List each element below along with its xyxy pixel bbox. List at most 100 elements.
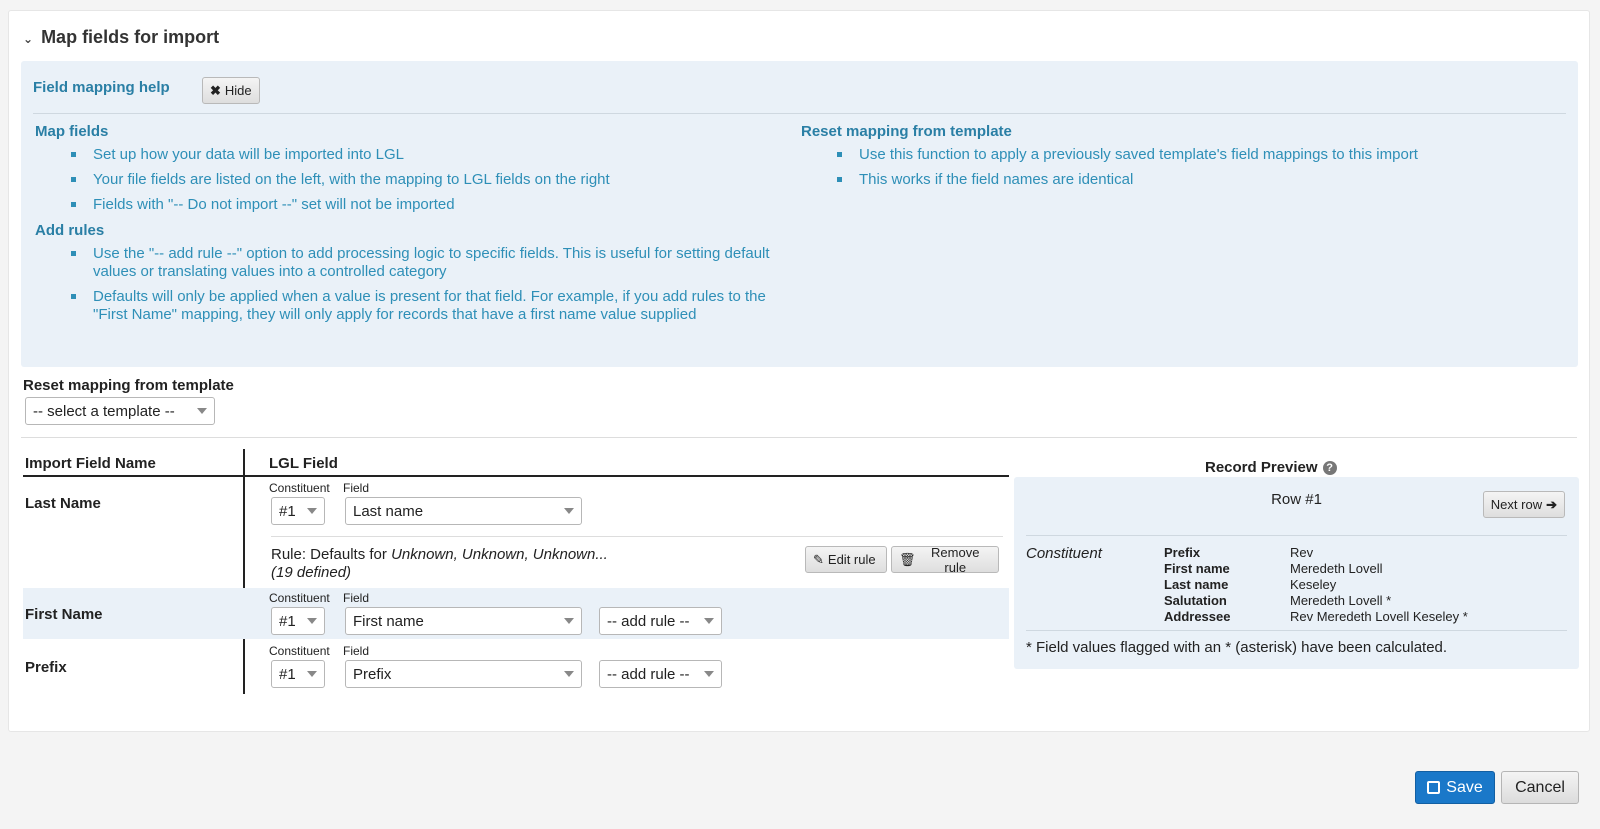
lgl-field-header: LGL Field bbox=[269, 455, 338, 472]
chevron-down-icon bbox=[704, 618, 714, 624]
help-right-column: Reset mapping from template Use this fun… bbox=[801, 123, 1541, 197]
arrow-right-icon: ➔ bbox=[1546, 496, 1557, 512]
preview-field-key: Salutation bbox=[1164, 593, 1227, 608]
preview-field-value: Rev bbox=[1290, 545, 1314, 560]
rule-count: (19 defined) bbox=[271, 564, 352, 581]
reset-mapping-label: Reset mapping from template bbox=[23, 377, 234, 394]
record-preview-title: Record Preview ? bbox=[1205, 459, 1337, 476]
remove-rule-label: Remove rule bbox=[931, 544, 980, 575]
list-item: Your file fields are listed on the left,… bbox=[71, 171, 775, 189]
constituent-select-value: #1 bbox=[279, 612, 296, 630]
cancel-label: Cancel bbox=[1515, 778, 1565, 796]
record-preview: Row #1 Next row ➔ Constituent Prefix Rev… bbox=[1014, 477, 1579, 669]
preview-footnote: * Field values flagged with an * (asteri… bbox=[1026, 639, 1448, 656]
constituent-label: Constituent bbox=[269, 591, 330, 605]
divider bbox=[33, 113, 1566, 114]
help-icon[interactable]: ? bbox=[1322, 460, 1337, 475]
chevron-down-icon bbox=[307, 508, 317, 514]
rule-prefix: Rule: Defaults for bbox=[271, 546, 392, 563]
hide-help-button[interactable]: ✖ Hide bbox=[202, 77, 260, 104]
help-list-add-rules: Use the "-- add rule --" option to add p… bbox=[35, 245, 775, 324]
add-rule-select[interactable]: -- add rule -- bbox=[599, 607, 722, 635]
preview-field-key: First name bbox=[1164, 561, 1230, 576]
close-icon: ✖ bbox=[210, 82, 221, 98]
constituent-select-value: #1 bbox=[279, 665, 296, 683]
preview-field-value: Meredeth Lovell * bbox=[1290, 593, 1392, 608]
template-select-value: -- select a template -- bbox=[33, 402, 175, 420]
import-mapping-panel: ⌄ Map fields for import Field mapping he… bbox=[8, 10, 1590, 732]
help-title: Field mapping help bbox=[33, 79, 170, 96]
import-field-name: First Name bbox=[25, 606, 103, 623]
help-left-column: Map fields Set up how your data will be … bbox=[35, 123, 775, 332]
divider bbox=[1026, 535, 1567, 536]
table-header-rule bbox=[23, 475, 1009, 477]
cancel-button[interactable]: Cancel bbox=[1501, 771, 1579, 804]
list-item: This works if the field names are identi… bbox=[837, 171, 1541, 189]
add-rule-select[interactable]: -- add rule -- bbox=[599, 660, 722, 688]
help-heading-reset-mapping: Reset mapping from template bbox=[801, 123, 1012, 140]
lgl-field-select[interactable]: First name bbox=[345, 607, 582, 635]
save-button[interactable]: Save bbox=[1415, 771, 1495, 804]
import-field-name-header: Import Field Name bbox=[25, 455, 156, 472]
next-row-button[interactable]: Next row ➔ bbox=[1482, 491, 1565, 518]
preview-field-value: Rev Meredeth Lovell Keseley * bbox=[1290, 609, 1468, 624]
rule-values: Unknown, Unknown, Unknown... bbox=[391, 546, 608, 563]
chevron-down-icon bbox=[197, 408, 207, 414]
chevron-down-icon bbox=[307, 671, 317, 677]
field-label: Field bbox=[343, 481, 370, 495]
chevron-down-icon bbox=[307, 618, 317, 624]
help-heading-add-rules: Add rules bbox=[35, 222, 105, 239]
preview-field-key: Last name bbox=[1164, 577, 1229, 592]
constituent-select-value: #1 bbox=[279, 502, 296, 520]
divider bbox=[21, 437, 1577, 438]
field-mapping-help: Field mapping help ✖ Hide Map fields Set… bbox=[21, 61, 1578, 367]
list-item: Use the "-- add rule --" option to add p… bbox=[71, 245, 775, 281]
save-icon bbox=[1427, 781, 1441, 794]
save-label: Save bbox=[1446, 778, 1483, 796]
preview-field-key: Addressee bbox=[1164, 609, 1231, 624]
field-label: Field bbox=[343, 591, 370, 605]
constituent-select[interactable]: #1 bbox=[271, 607, 325, 635]
table-column-divider bbox=[243, 449, 245, 694]
preview-field-value: Meredeth Lovell bbox=[1290, 561, 1383, 576]
rule-description: Rule: Defaults for Unknown, Unknown, Unk… bbox=[271, 546, 608, 582]
edit-rule-button[interactable]: ✎ Edit rule bbox=[805, 546, 887, 573]
section-title: Map fields for import bbox=[41, 27, 220, 47]
lgl-field-select[interactable]: Last name bbox=[345, 497, 582, 525]
constituent-select[interactable]: #1 bbox=[271, 497, 325, 525]
section-header[interactable]: ⌄ Map fields for import bbox=[23, 27, 219, 48]
field-label: Field bbox=[343, 644, 370, 658]
template-select[interactable]: -- select a template -- bbox=[25, 397, 215, 425]
lgl-field-select-value: First name bbox=[353, 612, 424, 630]
lgl-field-select-value: Prefix bbox=[353, 665, 392, 683]
chevron-down-icon[interactable]: ⌄ bbox=[23, 32, 33, 46]
chevron-down-icon bbox=[564, 671, 574, 677]
lgl-field-select[interactable]: Prefix bbox=[345, 660, 582, 688]
edit-rule-label: Edit rule bbox=[827, 552, 876, 567]
next-row-label: Next row bbox=[1490, 497, 1543, 512]
record-preview-label: Record Preview bbox=[1205, 459, 1318, 476]
divider bbox=[271, 536, 1003, 537]
trash-icon: 🗑 bbox=[899, 551, 916, 567]
preview-field-value: Keseley bbox=[1290, 577, 1337, 592]
add-rule-select-value: -- add rule -- bbox=[607, 612, 690, 630]
constituent-label: Constituent bbox=[269, 644, 330, 658]
chevron-down-icon bbox=[704, 671, 714, 677]
list-item: Fields with "-- Do not import --" set wi… bbox=[71, 196, 775, 214]
constituent-label: Constituent bbox=[269, 481, 330, 495]
chevron-down-icon bbox=[564, 618, 574, 624]
list-item: Set up how your data will be imported in… bbox=[71, 146, 775, 164]
help-list-reset-mapping: Use this function to apply a previously … bbox=[801, 146, 1541, 189]
remove-rule-button[interactable]: 🗑 Remove rule bbox=[891, 544, 999, 575]
chevron-down-icon bbox=[564, 508, 574, 514]
add-rule-select-value: -- add rule -- bbox=[607, 665, 690, 683]
divider bbox=[1026, 630, 1567, 631]
help-heading-map-fields: Map fields bbox=[35, 123, 109, 140]
import-field-name: Prefix bbox=[25, 659, 67, 676]
pencil-icon: ✎ bbox=[813, 551, 824, 567]
constituent-select[interactable]: #1 bbox=[271, 660, 325, 688]
preview-field-key: Prefix bbox=[1164, 545, 1201, 560]
preview-constituent-label: Constituent bbox=[1026, 545, 1102, 562]
hide-label: Hide bbox=[224, 83, 252, 98]
lgl-field-select-value: Last name bbox=[353, 502, 424, 520]
